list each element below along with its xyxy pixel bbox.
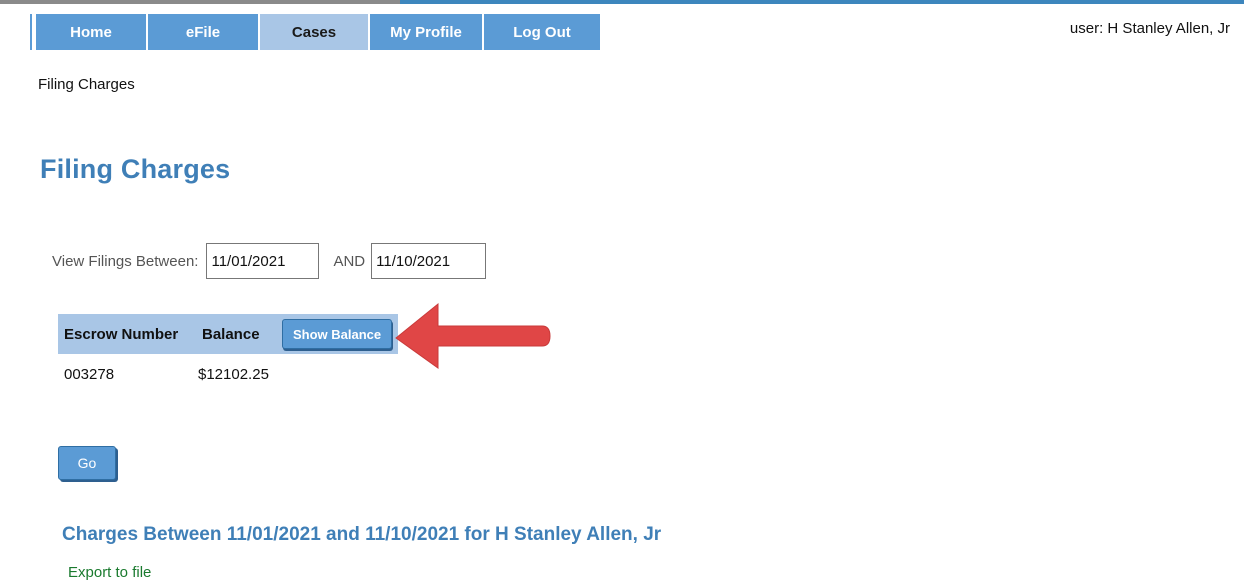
show-balance-cell: Show Balance	[280, 319, 398, 349]
from-date-input[interactable]	[206, 243, 320, 279]
nav-item-home[interactable]: Home	[36, 14, 148, 50]
balance-header: Balance	[202, 325, 260, 343]
escrow-number-cell: 003278	[64, 365, 115, 383]
nav-item-log-out[interactable]: Log Out	[484, 14, 600, 50]
and-label: AND	[333, 252, 366, 270]
breadcrumb: Filing Charges	[38, 76, 135, 93]
go-button[interactable]: Go	[58, 446, 116, 480]
table-row: 003278 $12102.25	[58, 354, 398, 394]
nav-item-cases[interactable]: Cases	[260, 14, 370, 50]
show-balance-button[interactable]: Show Balance	[282, 319, 393, 349]
user-label: user: H Stanley Allen, Jr	[1069, 20, 1230, 37]
escrow-table-header: Escrow Number Balance Show Balance	[58, 314, 398, 354]
export-to-file-link[interactable]: Export to file	[68, 564, 151, 581]
date-filter-label: View Filings Between:	[52, 252, 199, 270]
main-nav: Home eFile Cases My Profile Log Out	[36, 14, 600, 50]
escrow-number-header: Escrow Number	[64, 325, 179, 343]
escrow-table: Escrow Number Balance Show Balance 00327…	[58, 314, 398, 394]
to-date-input[interactable]	[371, 243, 487, 279]
nav-item-efile[interactable]: eFile	[148, 14, 260, 50]
nav-lead-bar	[30, 14, 32, 50]
top-border-dark	[0, 0, 400, 4]
red-arrow-icon	[395, 302, 551, 369]
charges-heading: Charges Between 11/01/2021 and 11/10/202…	[62, 524, 662, 545]
page-title: Filing Charges	[40, 154, 231, 184]
nav-item-my-profile[interactable]: My Profile	[370, 14, 484, 50]
date-filter-row: View Filings Between: AND	[52, 240, 487, 282]
top-border-blue	[400, 0, 1244, 4]
page: Home eFile Cases My Profile Log Out user…	[0, 0, 1244, 582]
balance-cell: $12102.25	[198, 365, 269, 383]
